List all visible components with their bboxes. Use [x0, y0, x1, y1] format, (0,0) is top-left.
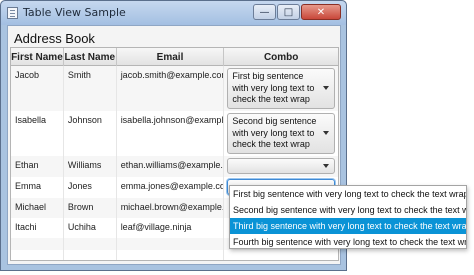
cell-combo: First big sentence with very long text t…	[224, 66, 338, 111]
chevron-down-icon	[323, 131, 329, 136]
cell-first-name: Isabella	[11, 111, 64, 156]
cell-first-name: Ethan	[11, 156, 64, 177]
combo-select[interactable]	[227, 158, 335, 174]
cell-last-name: Johnson	[64, 111, 117, 156]
cell-last-name: Brown	[64, 198, 117, 218]
cell-last-name: Williams	[64, 156, 117, 177]
close-icon: ✕	[316, 6, 326, 18]
cell-email: isabella.johnson@example....	[117, 111, 225, 156]
table-header: First Name Last Name Email Combo	[11, 48, 338, 66]
column-header-email[interactable]: Email	[117, 48, 225, 66]
column-header-first-name[interactable]: First Name	[11, 48, 64, 66]
dropdown-option[interactable]: Second big sentence with very long text …	[230, 202, 466, 218]
column-header-combo[interactable]: Combo	[224, 48, 338, 66]
window-title: Table View Sample	[23, 6, 126, 19]
app-window-icon	[7, 7, 18, 19]
cell-combo	[224, 156, 338, 177]
dropdown-option-highlighted[interactable]: Third big sentence with very long text t…	[230, 218, 466, 234]
chevron-down-icon	[323, 86, 329, 91]
empty-row	[11, 250, 338, 260]
maximize-button[interactable]: □	[277, 4, 300, 20]
cell-first-name: Itachi	[11, 218, 64, 238]
cell-email: leaf@village.ninja	[117, 218, 225, 238]
combo-select[interactable]: Second big sentence with very long text …	[227, 113, 335, 154]
combo-dropdown-list[interactable]: First big sentence with very long text t…	[229, 185, 467, 249]
cell-first-name: Emma	[11, 177, 64, 198]
cell-email: ethan.williams@example.c...	[117, 156, 225, 177]
dropdown-option[interactable]: Fourth big sentence with very long text …	[230, 234, 466, 250]
maximize-icon: □	[283, 6, 294, 18]
cell-email: emma.jones@example.com	[117, 177, 225, 198]
chevron-down-icon	[323, 164, 329, 168]
cell-email: jacob.smith@example.com	[117, 66, 225, 111]
combo-value: First big sentence with very long text t…	[232, 71, 315, 104]
combo-value: Second big sentence with very long text …	[232, 116, 317, 149]
cell-last-name: Jones	[64, 177, 117, 198]
close-button[interactable]: ✕	[301, 4, 341, 20]
column-header-last-name[interactable]: Last Name	[64, 48, 117, 66]
page-title: Address Book	[14, 31, 95, 46]
table-row[interactable]: Ethan Williams ethan.williams@example.c.…	[11, 156, 338, 177]
cell-first-name: Michael	[11, 198, 64, 218]
dropdown-option[interactable]: First big sentence with very long text t…	[230, 186, 466, 202]
cell-last-name: Uchiha	[64, 218, 117, 238]
table-row[interactable]: Jacob Smith jacob.smith@example.com Firs…	[11, 66, 338, 111]
combo-select[interactable]: First big sentence with very long text t…	[227, 68, 335, 109]
table-row[interactable]: Isabella Johnson isabella.johnson@exampl…	[11, 111, 338, 156]
cell-first-name: Jacob	[11, 66, 64, 111]
minimize-button[interactable]: —	[253, 4, 276, 20]
cell-combo: Second big sentence with very long text …	[224, 111, 338, 156]
cell-last-name: Smith	[64, 66, 117, 111]
cell-email: michael.brown@example.c...	[117, 198, 225, 218]
title-bar[interactable]: Table View Sample — □ ✕	[1, 1, 346, 25]
minimize-icon: —	[259, 6, 270, 18]
